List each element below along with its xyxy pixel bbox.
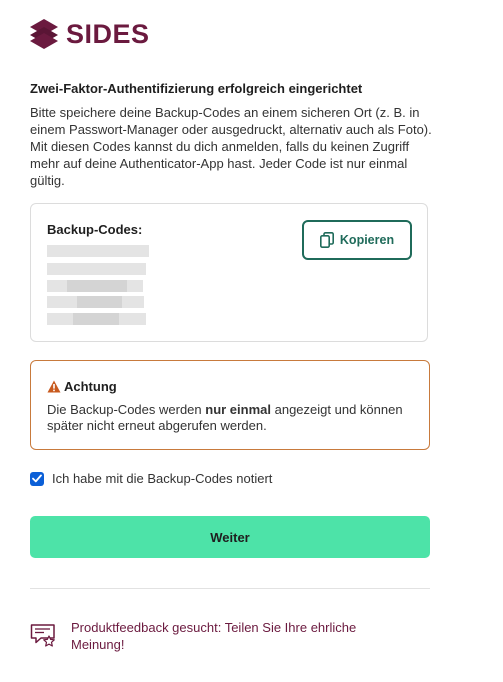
intro-text: Bitte speichere deine Backup-Codes an ei… xyxy=(30,105,432,188)
divider xyxy=(30,588,430,589)
warning-callout: Achtung Die Backup-Codes werden nur einm… xyxy=(30,360,430,450)
page-title: Zwei-Faktor-Authentifizierung erfolgreic… xyxy=(30,81,363,96)
redacted-code xyxy=(47,245,149,257)
brand-name: SIDES xyxy=(66,18,150,49)
redacted-code xyxy=(47,296,144,308)
redacted-code xyxy=(47,280,143,292)
copy-button-label: Kopieren xyxy=(339,233,395,247)
copy-button[interactable]: Kopieren xyxy=(302,220,412,260)
warning-text: Die Backup-Codes werden nur einmal angez… xyxy=(47,402,403,433)
confirm-label[interactable]: Ich habe mit die Backup-Codes notiert xyxy=(52,471,272,486)
backup-codes-panel: Backup-Codes: Kopieren xyxy=(30,203,428,342)
confirm-checkbox[interactable] xyxy=(30,471,44,486)
checkmark-icon xyxy=(32,474,42,483)
feedback-link[interactable]: Produktfeedback gesucht: Teilen Sie Ihre… xyxy=(71,619,401,653)
redacted-code xyxy=(47,263,146,275)
sides-logo-mark xyxy=(30,19,58,49)
next-button[interactable]: Weiter xyxy=(30,516,430,558)
backup-codes-title: Backup-Codes: xyxy=(47,222,143,237)
warning-emphasis: nur einmal xyxy=(205,402,271,417)
redacted-code xyxy=(47,313,146,325)
confirm-row: Ich habe mit die Backup-Codes notiert xyxy=(30,471,272,486)
sides-logo: SIDES xyxy=(30,18,150,50)
warning-triangle-icon xyxy=(47,380,61,393)
warning-title: Achtung xyxy=(64,379,117,394)
feedback-banner: Produktfeedback gesucht: Teilen Sie Ihre… xyxy=(30,619,401,653)
copy-icon xyxy=(319,232,334,248)
feedback-chat-icon xyxy=(30,624,55,647)
